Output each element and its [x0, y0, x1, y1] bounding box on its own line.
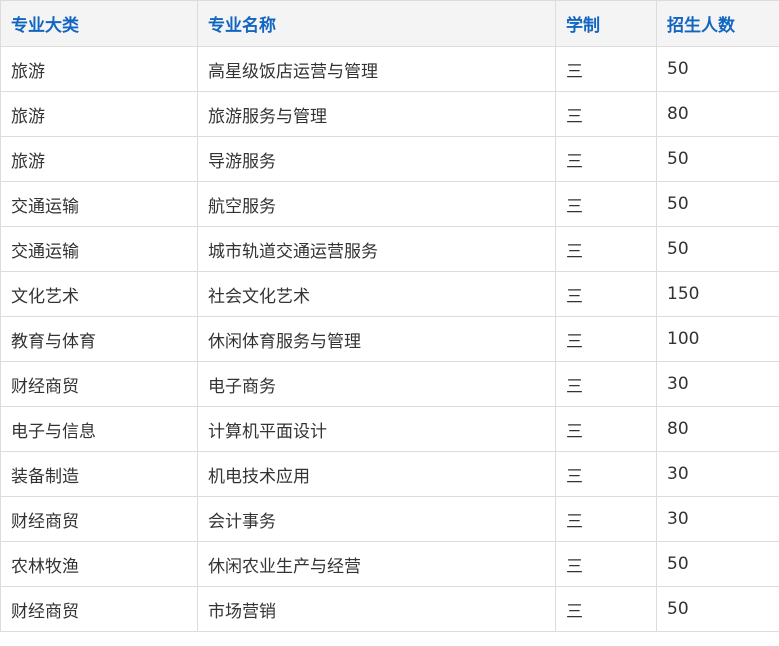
- cell-duration: 三: [555, 91, 657, 137]
- header-enrollment: 招生人数: [656, 0, 779, 47]
- cell-duration: 三: [555, 541, 657, 587]
- cell-enrollment: 30: [656, 451, 779, 497]
- cell-major-name: 会计事务: [197, 496, 556, 542]
- cell-category: 交通运输: [0, 226, 198, 272]
- cell-duration: 三: [555, 496, 657, 542]
- cell-major-name: 计算机平面设计: [197, 406, 556, 452]
- cell-duration: 三: [555, 316, 657, 362]
- cell-major-name: 高星级饭店运营与管理: [197, 46, 556, 92]
- table-row: 财经商贸 市场营销三 50: [0, 586, 779, 632]
- header-duration: 学制: [555, 0, 657, 47]
- header-category: 专业大类: [0, 0, 198, 47]
- cell-major-name: 城市轨道交通运营服务: [197, 226, 556, 272]
- cell-enrollment: 150: [656, 271, 779, 317]
- cell-category: 财经商贸: [0, 586, 198, 632]
- cell-enrollment: 80: [656, 406, 779, 452]
- table-row: 财经商贸 电子商务三 30: [0, 361, 779, 407]
- cell-category: 财经商贸: [0, 496, 198, 542]
- cell-duration: 三: [555, 226, 657, 272]
- cell-major-name: 休闲农业生产与经营: [197, 541, 556, 587]
- table-row: 旅游 旅游服务与管理三 80: [0, 91, 779, 137]
- table-row: 财经商贸 会计事务三 30: [0, 496, 779, 542]
- cell-duration: 三: [555, 451, 657, 497]
- cell-enrollment: 50: [656, 541, 779, 587]
- enrollment-table: 专业大类 专业名称 学制 招生人数 旅游 高星级饭店运营与管理三 50 旅游 旅游服务与…: [0, 0, 779, 632]
- cell-major-name: 电子商务: [197, 361, 556, 407]
- cell-major-name: 社会文化艺术: [197, 271, 556, 317]
- cell-duration: 三: [555, 181, 657, 227]
- table-row: 旅游 高星级饭店运营与管理三 50: [0, 46, 779, 92]
- header-major-name: 专业名称: [197, 0, 556, 47]
- cell-duration: 三: [555, 136, 657, 182]
- cell-major-name: 机电技术应用: [197, 451, 556, 497]
- cell-major-name: 航空服务: [197, 181, 556, 227]
- cell-category: 财经商贸: [0, 361, 198, 407]
- table-row: 装备制造 机电技术应用三 30: [0, 451, 779, 497]
- cell-enrollment: 50: [656, 586, 779, 632]
- cell-duration: 三: [555, 406, 657, 452]
- cell-duration: 三: [555, 46, 657, 92]
- cell-major-name: 市场营销: [197, 586, 556, 632]
- cell-category: 文化艺术: [0, 271, 198, 317]
- cell-duration: 三: [555, 271, 657, 317]
- table-row: 农林牧渔 休闲农业生产与经营三 50: [0, 541, 779, 587]
- table-body: 旅游 高星级饭店运营与管理三 50 旅游 旅游服务与管理三 80 旅游 导游服务三 50 交通运输…: [0, 46, 779, 632]
- cell-major-name: 旅游服务与管理: [197, 91, 556, 137]
- cell-category: 电子与信息: [0, 406, 198, 452]
- cell-category: 装备制造: [0, 451, 198, 497]
- cell-category: 教育与体育: [0, 316, 198, 362]
- cell-enrollment: 50: [656, 181, 779, 227]
- cell-category: 农林牧渔: [0, 541, 198, 587]
- cell-enrollment: 50: [656, 226, 779, 272]
- table-row: 交通运输 航空服务三 50: [0, 181, 779, 227]
- cell-duration: 三: [555, 586, 657, 632]
- cell-category: 旅游: [0, 46, 198, 92]
- cell-enrollment: 100: [656, 316, 779, 362]
- cell-enrollment: 80: [656, 91, 779, 137]
- cell-enrollment: 50: [656, 46, 779, 92]
- table-row: 教育与体育 休闲体育服务与管理三 100: [0, 316, 779, 362]
- cell-enrollment: 30: [656, 361, 779, 407]
- header-row: 专业大类 专业名称 学制 招生人数: [0, 0, 779, 47]
- cell-major-name: 导游服务: [197, 136, 556, 182]
- cell-enrollment: 30: [656, 496, 779, 542]
- table-row: 交通运输 城市轨道交通运营服务三 50: [0, 226, 779, 272]
- table-row: 电子与信息 计算机平面设计三 80: [0, 406, 779, 452]
- cell-duration: 三: [555, 361, 657, 407]
- cell-major-name: 休闲体育服务与管理: [197, 316, 556, 362]
- cell-category: 旅游: [0, 91, 198, 137]
- cell-category: 旅游: [0, 136, 198, 182]
- table-header: 专业大类 专业名称 学制 招生人数: [0, 0, 779, 47]
- cell-category: 交通运输: [0, 181, 198, 227]
- cell-enrollment: 50: [656, 136, 779, 182]
- table-row: 旅游 导游服务三 50: [0, 136, 779, 182]
- table-row: 文化艺术 社会文化艺术三 150: [0, 271, 779, 317]
